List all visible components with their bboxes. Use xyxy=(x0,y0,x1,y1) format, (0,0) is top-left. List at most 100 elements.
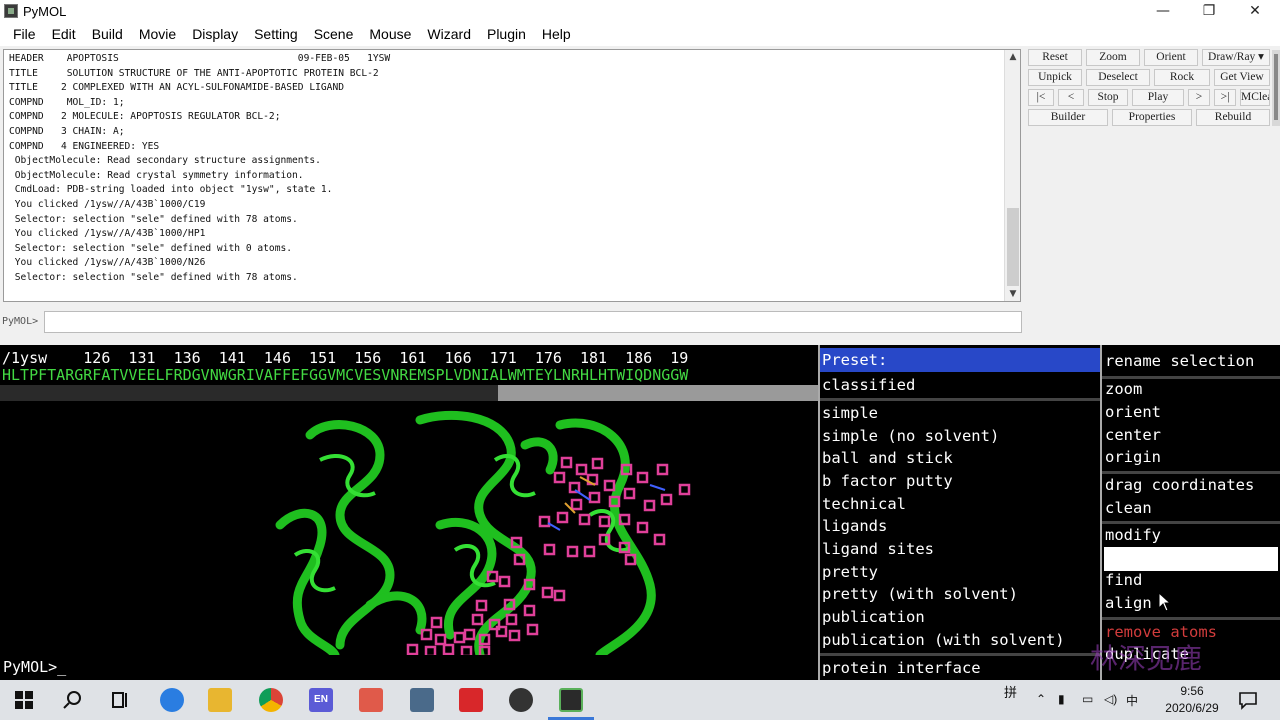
properties-button[interactable]: Properties xyxy=(1112,109,1192,126)
menu-file[interactable]: File xyxy=(10,26,39,42)
rock-button[interactable]: Rock xyxy=(1154,69,1210,86)
selection-context-menu: rename selection zoom orient center orig… xyxy=(1100,345,1280,680)
sequence-residues[interactable]: HLTPFTARGRFATVVEELFRDGVNWGRIVAFFEFGGVMCV… xyxy=(2,366,688,384)
tray-mic-icon[interactable]: ▮ xyxy=(1058,692,1065,720)
windows-start-icon[interactable] xyxy=(12,688,36,712)
obs-icon[interactable] xyxy=(509,688,533,712)
preset-option-publication[interactable]: publication xyxy=(822,608,925,626)
command-input[interactable] xyxy=(44,311,1022,333)
console-scroll-thumb[interactable] xyxy=(1007,208,1019,286)
search-icon[interactable] xyxy=(60,688,84,712)
forward-button[interactable]: > xyxy=(1188,89,1210,106)
zoom-button[interactable]: Zoom xyxy=(1086,49,1140,66)
stop-button[interactable]: Stop xyxy=(1088,89,1128,106)
tray-volume-icon[interactable]: ◁) xyxy=(1104,692,1117,720)
menu-scene[interactable]: Scene xyxy=(311,26,357,42)
deselect-button[interactable]: Deselect xyxy=(1086,69,1150,86)
console-line: You clicked /1ysw//A/43B`1000/N26 xyxy=(9,257,206,269)
tray-chevron-icon[interactable]: ⌃ xyxy=(1036,692,1046,720)
sequence-scrollbar[interactable] xyxy=(0,385,818,401)
unpick-button[interactable]: Unpick xyxy=(1028,69,1082,86)
back-button[interactable]: < xyxy=(1058,89,1084,106)
preset-option-simple-no-solvent[interactable]: simple (no solvent) xyxy=(822,427,999,445)
close-button[interactable]: ✕ xyxy=(1232,0,1278,22)
ctx-find[interactable]: find xyxy=(1105,571,1142,589)
chrome-icon[interactable] xyxy=(259,688,283,712)
console-output[interactable]: HEADER APOPTOSIS 09-FEB-05 1YSW TITLE SOL… xyxy=(3,49,1021,302)
tray-ime-icon[interactable]: 中 xyxy=(1126,692,1138,720)
button-panel-scrollbar[interactable] xyxy=(1272,50,1280,126)
app-red-icon[interactable] xyxy=(359,688,383,712)
console-line: ObjectMolecule: Read secondary structure… xyxy=(9,155,321,167)
builder-button[interactable]: Builder xyxy=(1028,109,1108,126)
ctx-clean[interactable]: clean xyxy=(1105,499,1152,517)
preset-option-pretty-with-solvent[interactable]: pretty (with solvent) xyxy=(822,585,1018,603)
preset-option-ligands[interactable]: ligands xyxy=(822,517,887,535)
pymol-app-icon xyxy=(4,4,18,18)
task-view-icon[interactable] xyxy=(108,688,132,712)
preset-option-technical[interactable]: technical xyxy=(822,495,906,513)
viewer-prompt[interactable]: PyMOL>_ xyxy=(3,658,66,676)
app-blue-circle-icon[interactable] xyxy=(160,688,184,712)
mclear-button[interactable]: MClear xyxy=(1240,89,1270,106)
scroll-down-icon[interactable]: ▼ xyxy=(1005,287,1021,301)
menu-plugin[interactable]: Plugin xyxy=(484,26,529,42)
draw-ray-button[interactable]: Draw/Ray ▾ xyxy=(1202,49,1270,66)
ctx-rename-selection[interactable]: rename selection xyxy=(1105,352,1254,370)
menu-mouse[interactable]: Mouse xyxy=(366,26,414,42)
molecular-viewer[interactable]: /1ysw 126 131 136 141 146 151 156 161 16… xyxy=(0,345,1280,680)
menu-display[interactable]: Display xyxy=(189,26,241,42)
preset-option-protein-interface[interactable]: protein interface xyxy=(822,659,981,677)
sequence-scroll-thumb[interactable] xyxy=(498,385,818,401)
play-button[interactable]: Play xyxy=(1132,89,1184,106)
preset-option-classified[interactable]: classified xyxy=(822,376,915,394)
app-red-badge-icon[interactable] xyxy=(459,688,483,712)
reset-button[interactable]: Reset xyxy=(1028,49,1082,66)
console-scrollbar[interactable]: ▲ ▼ xyxy=(1004,50,1020,301)
preset-option-b-factor-putty[interactable]: b factor putty xyxy=(822,472,953,490)
end-button[interactable]: >| xyxy=(1214,89,1236,106)
preset-option-publication-with-solvent[interactable]: publication (with solvent) xyxy=(822,631,1065,649)
ctx-modify[interactable]: modify xyxy=(1105,526,1161,544)
menu-edit[interactable]: Edit xyxy=(49,26,79,42)
ctx-orient[interactable]: orient xyxy=(1105,403,1161,421)
preset-option-simple[interactable]: simple xyxy=(822,404,878,422)
ctx-drag-coordinates[interactable]: drag coordinates xyxy=(1105,476,1254,494)
preset-menu-header: Preset: xyxy=(820,348,1102,372)
scroll-up-icon[interactable]: ▲ xyxy=(1005,50,1021,64)
menu-divider xyxy=(1102,376,1280,379)
ctx-align[interactable]: align xyxy=(1105,594,1152,612)
console-text: HEADER APOPTOSIS 09-FEB-05 1YSW TITLE SOL… xyxy=(9,52,390,286)
menu-divider xyxy=(1102,521,1280,524)
ctx-origin[interactable]: origin xyxy=(1105,448,1161,466)
command-row: PyMOL> xyxy=(0,308,1022,336)
menu-help[interactable]: Help xyxy=(539,26,574,42)
tray-battery-icon[interactable]: ▭ xyxy=(1082,692,1093,720)
notification-icon[interactable] xyxy=(1236,688,1260,712)
rewind-button[interactable]: |< xyxy=(1028,89,1054,106)
preset-option-ball-and-stick[interactable]: ball and stick xyxy=(822,449,953,467)
rebuild-button[interactable]: Rebuild xyxy=(1196,109,1270,126)
protein-cartoon[interactable] xyxy=(0,405,818,655)
file-explorer-icon[interactable] xyxy=(208,688,232,712)
get-view-button[interactable]: Get View xyxy=(1214,69,1270,86)
ctx-center[interactable]: center xyxy=(1105,426,1161,444)
tray-keyboard-icon[interactable]: 拼 xyxy=(1004,682,1017,720)
ctx-preset[interactable]: preset xyxy=(1105,549,1161,567)
preset-option-ligand-sites[interactable]: ligand sites xyxy=(822,540,934,558)
console-line: HEADER APOPTOSIS 09-FEB-05 1YSW xyxy=(9,53,391,64)
orient-button[interactable]: Orient xyxy=(1144,49,1198,66)
minimize-button[interactable]: — xyxy=(1140,0,1186,22)
clock-date[interactable]: 2020/6/29 xyxy=(1152,701,1232,720)
console-line: Selector: selection "sele" defined with … xyxy=(9,242,293,254)
pymol-taskbar-icon[interactable] xyxy=(559,688,583,712)
ime-icon[interactable]: EN xyxy=(309,688,333,712)
menu-movie[interactable]: Movie xyxy=(136,26,179,42)
ctx-zoom[interactable]: zoom xyxy=(1105,380,1142,398)
preset-option-pretty[interactable]: pretty xyxy=(822,563,878,581)
menu-wizard[interactable]: Wizard xyxy=(424,26,474,42)
menu-setting[interactable]: Setting xyxy=(251,26,301,42)
maximize-button[interactable]: ❐ xyxy=(1186,0,1232,22)
menu-build[interactable]: Build xyxy=(89,26,126,42)
app-printer-icon[interactable] xyxy=(410,688,434,712)
